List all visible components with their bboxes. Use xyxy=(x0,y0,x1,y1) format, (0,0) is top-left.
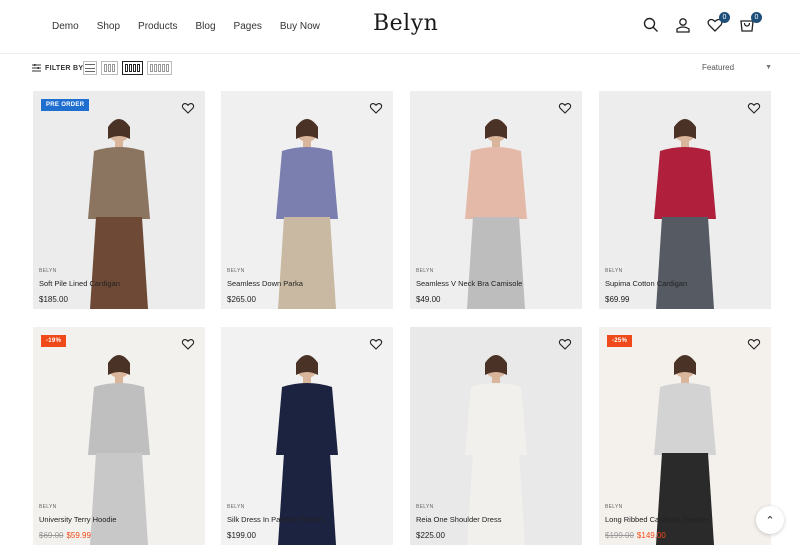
sort-select[interactable]: Featured ▼ xyxy=(702,63,772,72)
main-nav: Demo Shop Products Blog Pages Buy Now xyxy=(52,20,338,34)
product-name[interactable]: Long Ribbed Cardigan Sweater xyxy=(605,515,710,524)
grid-5-view-button[interactable] xyxy=(147,61,172,75)
nav-pages[interactable]: Pages xyxy=(234,20,262,34)
filter-button[interactable]: FILTER BY xyxy=(32,64,83,72)
heart-icon[interactable] xyxy=(558,337,572,351)
heart-icon[interactable] xyxy=(747,101,761,115)
site-header: Demo Shop Products Blog Pages Buy Now Be… xyxy=(0,0,800,54)
preorder-badge: PRE ORDER xyxy=(41,99,90,111)
product-card[interactable]: BELYN Seamless Down Parka $265.00 xyxy=(221,91,393,309)
current-price: $69.99 xyxy=(605,295,630,304)
current-price: $49.00 xyxy=(416,295,441,304)
shop-toolbar: FILTER BY Featured ▼ xyxy=(32,61,772,79)
product-card[interactable]: PRE ORDER BELYN Soft Pile Lined Cardigan $1… xyxy=(33,91,205,309)
product-brand: BELYN xyxy=(39,504,57,510)
nav-buy-now[interactable]: Buy Now xyxy=(280,20,320,34)
nav-products[interactable]: Products xyxy=(138,20,177,34)
product-image[interactable]: BELYN Silk Dress In Painted Flowers $199.0… xyxy=(221,327,393,545)
product-name[interactable]: Seamless V Neck Bra Camisole xyxy=(416,279,522,288)
product-card[interactable]: BELYN Supima Cotton Cardigan $69.99 xyxy=(599,91,771,309)
product-price: $69.99 xyxy=(605,295,629,304)
nav-shop[interactable]: Shop xyxy=(97,20,120,34)
heart-icon[interactable] xyxy=(369,101,383,115)
discount-badge: -25% xyxy=(607,335,633,347)
product-price: $185.00 xyxy=(39,295,68,304)
heart-icon[interactable] xyxy=(558,101,572,115)
search-icon[interactable] xyxy=(642,16,660,34)
product-card[interactable]: -25% BELYN Long Ribbed Cardigan Sweater $19… xyxy=(599,327,771,545)
product-brand: BELYN xyxy=(39,268,57,274)
nav-demo[interactable]: Demo xyxy=(52,20,79,34)
product-image[interactable]: PRE ORDER BELYN Soft Pile Lined Cardigan $1… xyxy=(33,91,205,309)
back-to-top-button[interactable]: ⌃ xyxy=(756,506,784,534)
sale-price: $59.99 xyxy=(66,531,91,540)
product-brand: BELYN xyxy=(605,268,623,274)
filter-icon xyxy=(32,64,41,72)
list-view-button[interactable] xyxy=(83,61,97,75)
grid-4-view-button[interactable] xyxy=(122,61,143,75)
product-brand: BELYN xyxy=(227,268,245,274)
product-price: $69.00 $59.99 xyxy=(39,531,91,540)
cart-icon[interactable]: 0 xyxy=(738,12,762,34)
header-actions: 0 0 xyxy=(642,12,762,34)
current-price: $225.00 xyxy=(416,531,445,540)
product-image[interactable]: BELYN Seamless V Neck Bra Camisole $49.00 xyxy=(410,91,582,309)
nav-blog[interactable]: Blog xyxy=(196,20,216,34)
product-name[interactable]: Supima Cotton Cardigan xyxy=(605,279,687,288)
chevron-up-icon: ⌃ xyxy=(765,514,775,527)
current-price: $185.00 xyxy=(39,295,68,304)
wishlist-count-badge: 0 xyxy=(719,12,730,23)
product-brand: BELYN xyxy=(416,504,434,510)
heart-icon[interactable] xyxy=(181,101,195,115)
heart-icon[interactable] xyxy=(369,337,383,351)
filter-label: FILTER BY xyxy=(45,64,84,72)
product-brand: BELYN xyxy=(227,504,245,510)
account-icon[interactable] xyxy=(674,16,692,34)
sale-price: $149.00 xyxy=(636,531,666,540)
current-price: $199.00 xyxy=(227,531,256,540)
product-name[interactable]: Soft Pile Lined Cardigan xyxy=(39,279,120,288)
product-brand: BELYN xyxy=(605,504,623,510)
heart-icon[interactable] xyxy=(747,337,761,351)
product-image[interactable]: -19% BELYN University Terry Hoodie $69.00 $5… xyxy=(33,327,205,545)
site-logo[interactable]: Belyn xyxy=(373,11,438,36)
product-name[interactable]: Silk Dress In Painted Flowers xyxy=(227,515,325,524)
product-image[interactable]: BELYN Seamless Down Parka $265.00 xyxy=(221,91,393,309)
product-brand: BELYN xyxy=(416,268,434,274)
grid-3-view-button[interactable] xyxy=(101,61,118,75)
product-name[interactable]: Reia One Shoulder Dress xyxy=(416,515,501,524)
discount-badge: -19% xyxy=(41,335,67,347)
chevron-down-icon: ▼ xyxy=(765,64,772,71)
heart-icon[interactable] xyxy=(181,337,195,351)
product-card[interactable]: BELYN Seamless V Neck Bra Camisole $49.00 xyxy=(410,91,582,309)
product-card[interactable]: -19% BELYN University Terry Hoodie $69.00 $5… xyxy=(33,327,205,545)
original-price: $199.00 xyxy=(605,531,634,540)
product-price: $199.00 xyxy=(227,531,256,540)
sort-value: Featured xyxy=(702,63,735,72)
product-price: $199.00 $149.00 xyxy=(605,531,666,540)
view-switcher xyxy=(83,61,172,75)
current-price: $265.00 xyxy=(227,295,256,304)
product-card[interactable]: BELYN Silk Dress In Painted Flowers $199.0… xyxy=(221,327,393,545)
product-image[interactable]: BELYN Reia One Shoulder Dress $225.00 xyxy=(410,327,582,545)
wishlist-icon[interactable]: 0 xyxy=(706,12,730,34)
product-price: $49.00 xyxy=(416,295,440,304)
product-price: $265.00 xyxy=(227,295,256,304)
product-price: $225.00 xyxy=(416,531,445,540)
product-image[interactable]: BELYN Supima Cotton Cardigan $69.99 xyxy=(599,91,771,309)
original-price: $69.00 xyxy=(39,531,64,540)
product-image[interactable]: -25% BELYN Long Ribbed Cardigan Sweater $19… xyxy=(599,327,771,545)
product-card[interactable]: BELYN Reia One Shoulder Dress $225.00 xyxy=(410,327,582,545)
product-name[interactable]: University Terry Hoodie xyxy=(39,515,116,524)
product-name[interactable]: Seamless Down Parka xyxy=(227,279,303,288)
cart-count-badge: 0 xyxy=(751,12,762,23)
